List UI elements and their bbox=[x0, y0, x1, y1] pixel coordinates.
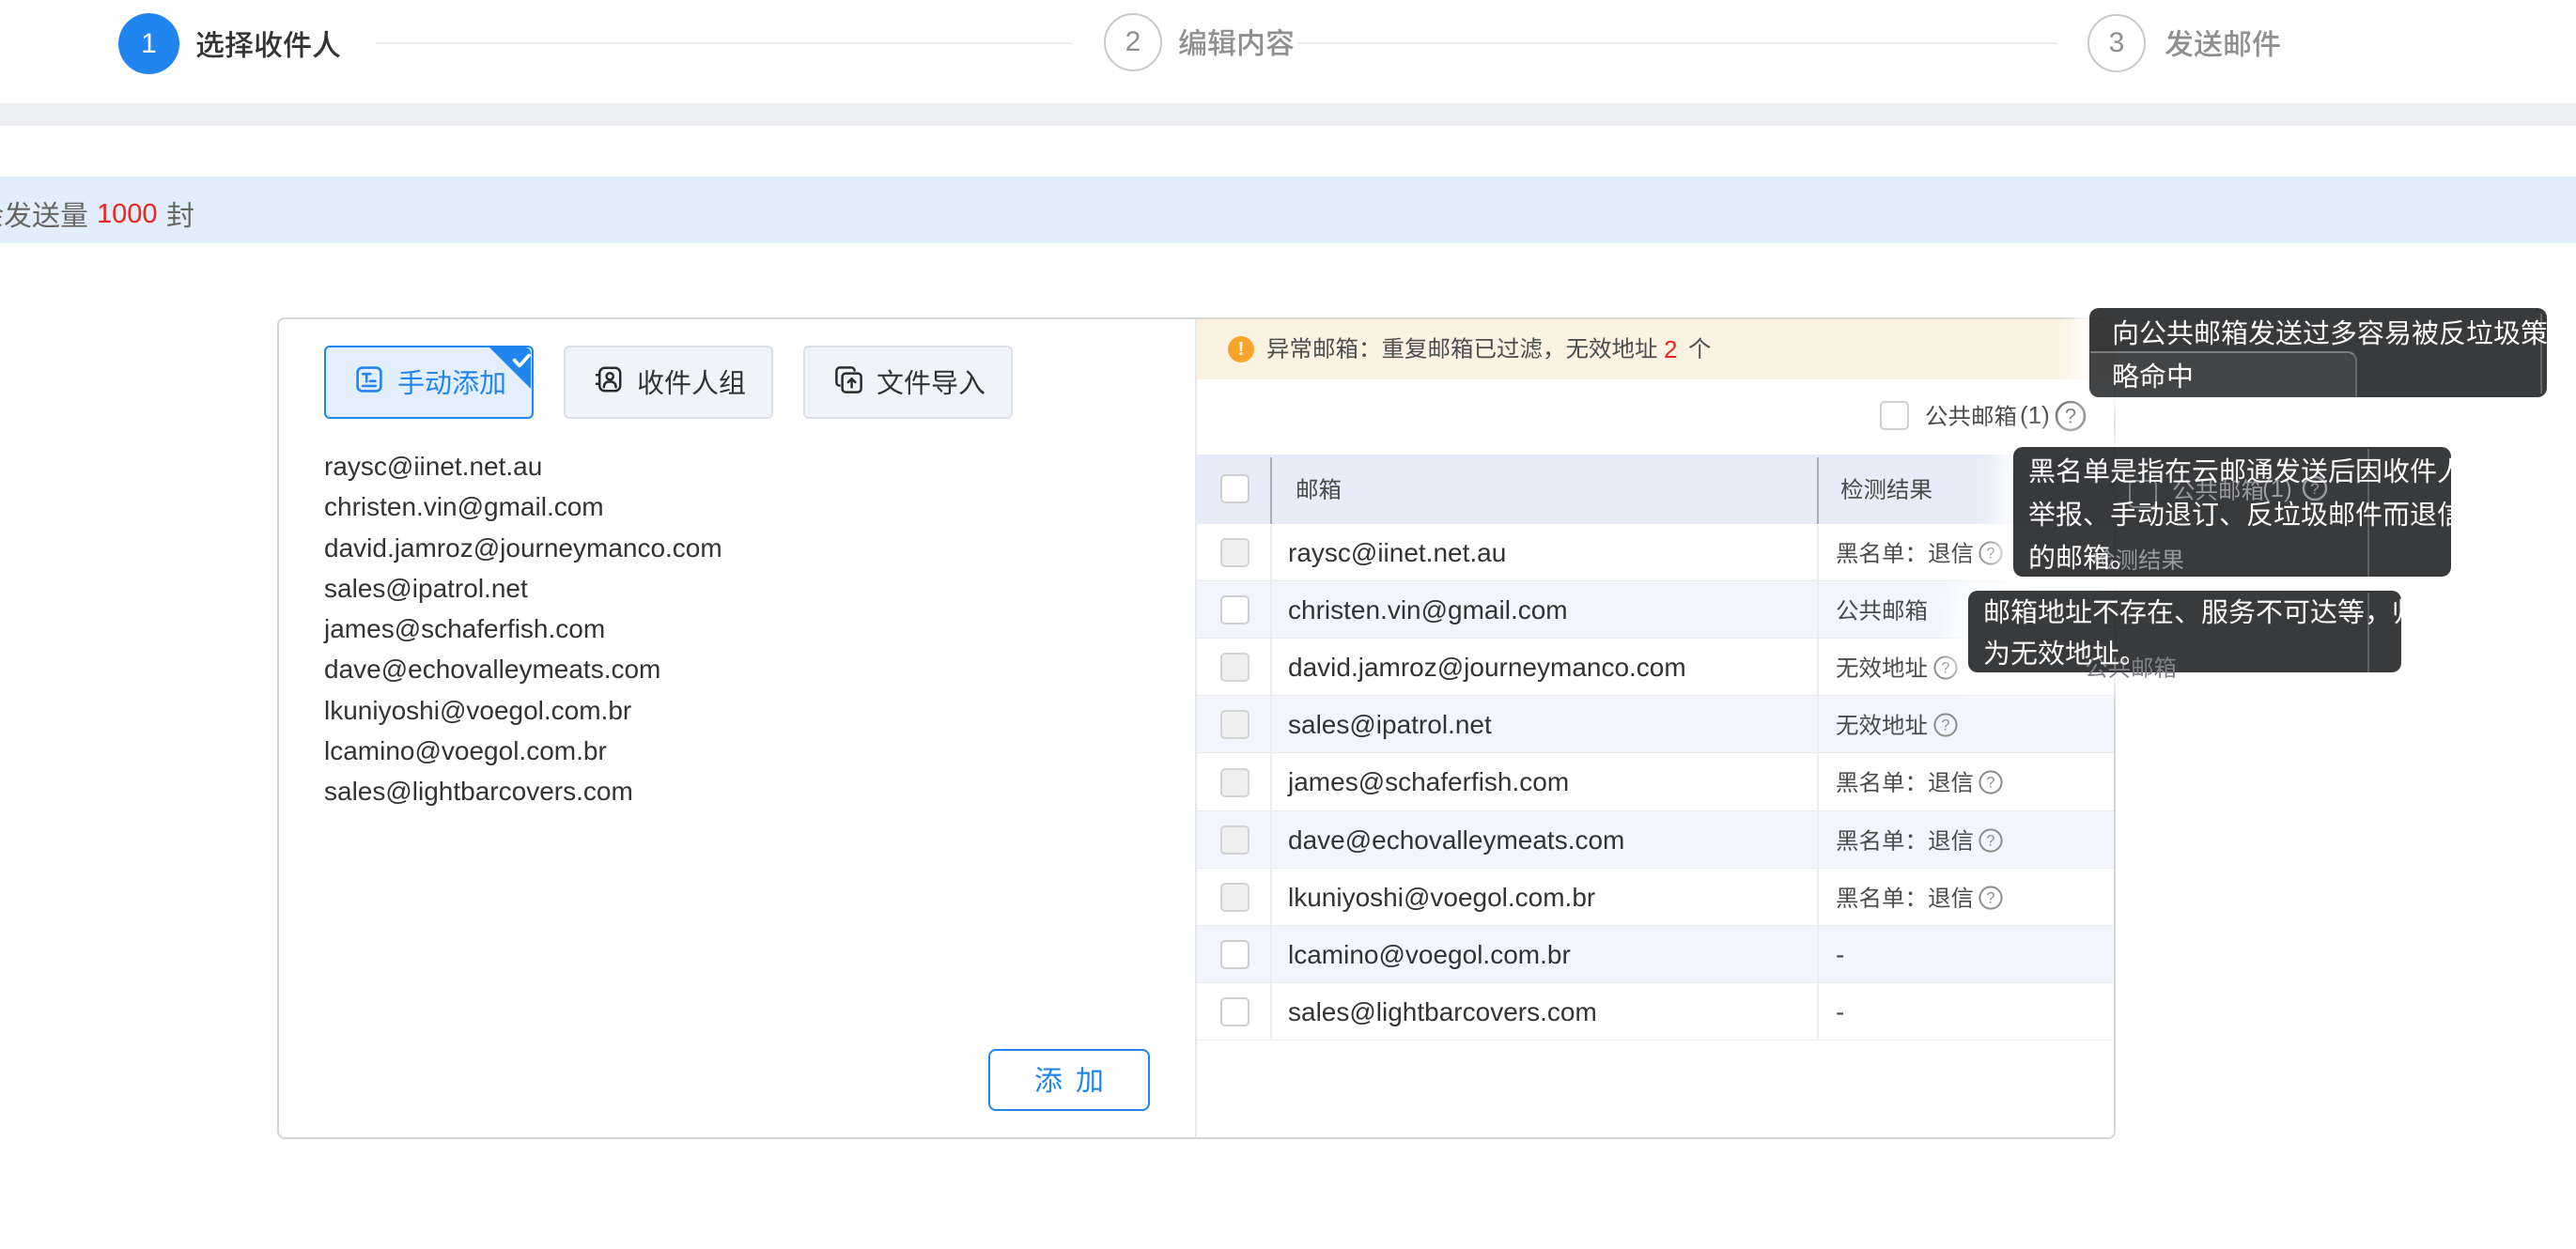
svg-text:?: ? bbox=[1986, 889, 1994, 906]
svg-text:?: ? bbox=[1986, 832, 1994, 849]
svg-text:?: ? bbox=[1986, 545, 1994, 562]
svg-text:?: ? bbox=[1986, 775, 1994, 792]
svg-text:?: ? bbox=[1941, 717, 1949, 733]
svg-text:?: ? bbox=[2065, 405, 2076, 428]
svg-text:?: ? bbox=[1941, 659, 1949, 676]
